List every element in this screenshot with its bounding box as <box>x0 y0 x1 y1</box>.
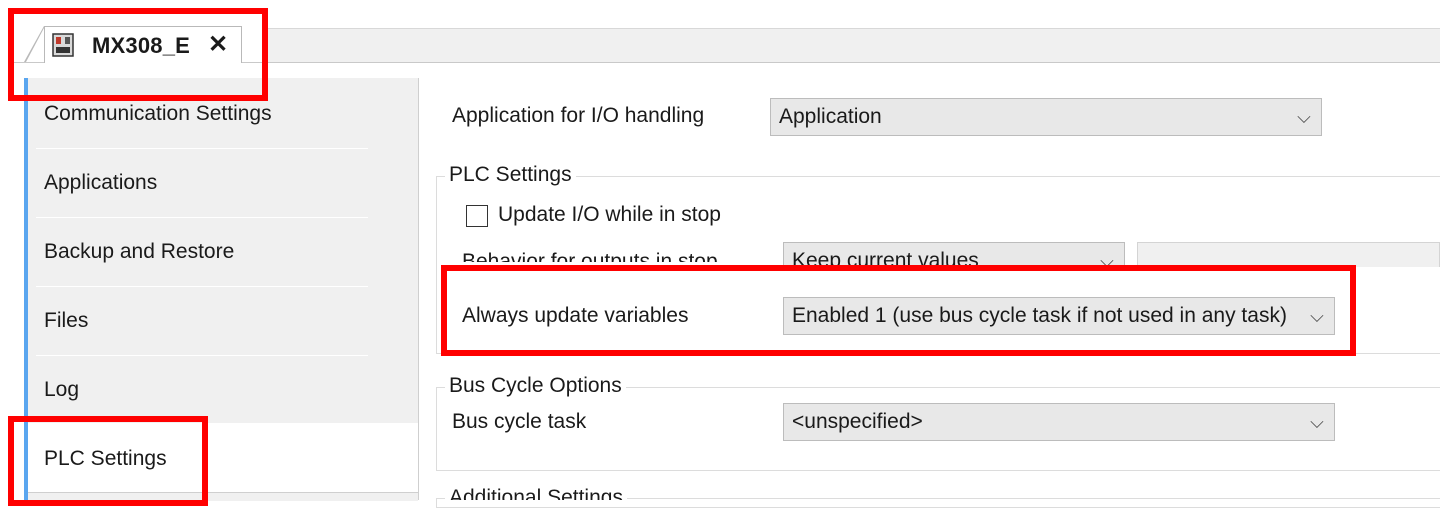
io-handling-value: Application <box>779 105 882 128</box>
sidebar-item-communication-settings[interactable]: Communication Settings <box>28 79 418 148</box>
always-update-value: Enabled 1 (use bus cycle task if not use… <box>792 304 1287 327</box>
panel-divider <box>418 78 419 500</box>
chevron-down-icon: ⌵ <box>1310 411 1324 432</box>
sidebar-item-label: Communication Settings <box>44 101 272 125</box>
bus-cycle-task-dropdown[interactable]: <unspecified> ⌵ <box>783 403 1335 441</box>
sidebar-item-log[interactable]: Log <box>28 355 418 424</box>
plc-settings-group-title: PLC Settings <box>445 163 576 187</box>
always-update-label: Always update variables <box>462 304 689 327</box>
bus-cycle-group-title: Bus Cycle Options <box>445 374 626 398</box>
chevron-down-icon: ⌵ <box>1297 106 1311 127</box>
plc-device-icon <box>52 33 74 57</box>
sidebar-item-label: PLC Settings <box>44 446 167 470</box>
io-handling-dropdown[interactable]: Application ⌵ <box>770 98 1322 136</box>
update-io-label: Update I/O while in stop <box>498 203 721 226</box>
sidebar-item-label: Files <box>44 308 89 332</box>
sidebar-item-label: Log <box>44 377 80 401</box>
io-handling-label: Application for I/O handling <box>452 104 705 127</box>
sidebar-item-files[interactable]: Files <box>28 286 418 355</box>
sidebar-item-backup-and-restore[interactable]: Backup and Restore <box>28 217 418 286</box>
tab-edge-inner <box>26 28 44 62</box>
tab-title: MX308_E <box>92 33 191 58</box>
close-icon[interactable]: ✕ <box>208 31 228 59</box>
bus-cycle-task-value: <unspecified> <box>792 410 923 433</box>
tab-strip-background <box>262 28 1440 63</box>
sidebar-item-applications[interactable]: Applications <box>28 148 418 217</box>
chevron-down-icon: ⌵ <box>1310 305 1324 326</box>
sidebar-item-plc-settings[interactable]: PLC Settings <box>28 424 418 493</box>
always-update-dropdown[interactable]: Enabled 1 (use bus cycle task if not use… <box>783 297 1335 335</box>
sidebar-item-label: Backup and Restore <box>44 239 235 263</box>
bus-cycle-task-label: Bus cycle task <box>452 410 587 433</box>
sidebar-item-label: Applications <box>44 170 158 194</box>
update-io-checkbox[interactable] <box>466 205 488 227</box>
